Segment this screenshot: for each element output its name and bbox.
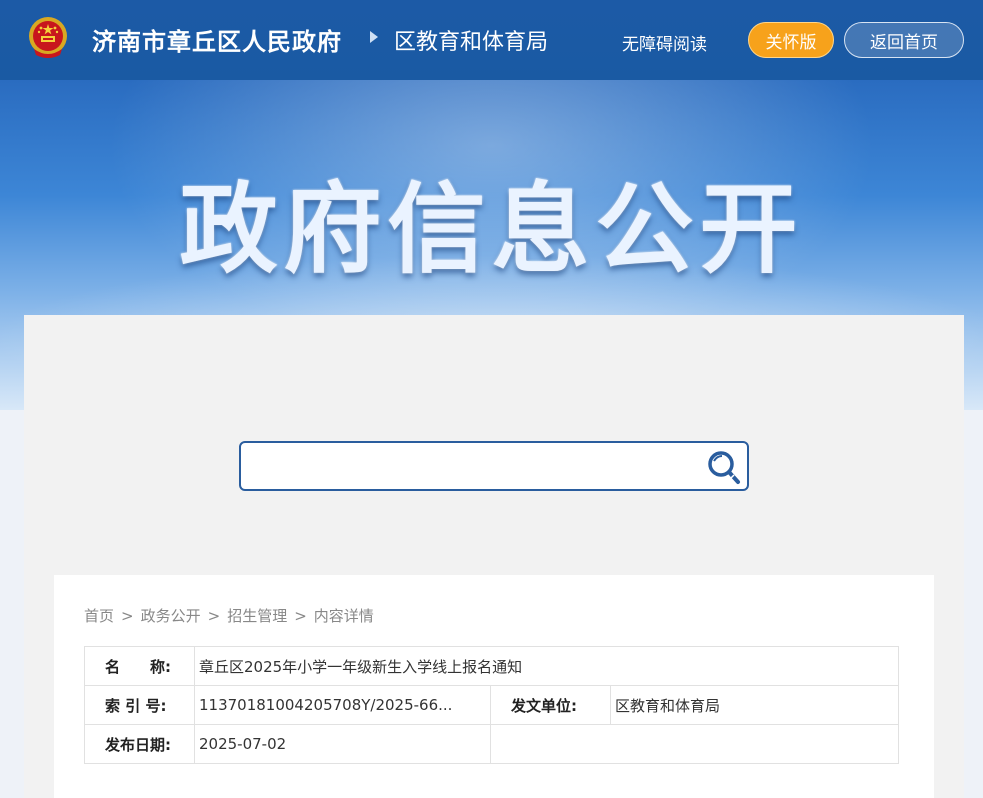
date-label: 发布日期:	[84, 724, 195, 764]
table-row: 发布日期: 2025-07-02	[84, 724, 899, 764]
breadcrumb-public-affairs[interactable]: 政务公开	[141, 607, 201, 625]
empty-cell	[490, 724, 899, 764]
care-version-button[interactable]: 关怀版	[748, 22, 834, 58]
breadcrumb: 首页 > 政务公开 > 招生管理 > 内容详情	[84, 605, 374, 626]
table-row: 索 引 号: 11370181004205708Y/2025-66... 发文单…	[84, 685, 899, 725]
triangle-separator-icon	[370, 31, 378, 43]
table-row: 名 称: 章丘区2025年小学一年级新生入学线上报名通知	[84, 646, 899, 686]
search-box	[239, 441, 749, 491]
search-input[interactable]	[251, 451, 695, 483]
breadcrumb-enrollment[interactable]: 招生管理	[227, 607, 287, 625]
breadcrumb-separator: >	[294, 607, 307, 625]
issuer-label: 发文单位:	[490, 685, 611, 725]
breadcrumb-home[interactable]: 首页	[84, 607, 114, 625]
document-info-table: 名 称: 章丘区2025年小学一年级新生入学线上报名通知 索 引 号: 1137…	[84, 646, 899, 764]
national-emblem-icon	[29, 17, 67, 58]
index-value: 11370181004205708Y/2025-66...	[194, 685, 491, 725]
breadcrumb-current: 内容详情	[313, 607, 374, 625]
top-bar: 济南市章丘区人民政府 区教育和体育局 无障碍阅读 关怀版 返回首页	[0, 0, 983, 80]
accessible-reading-link[interactable]: 无障碍阅读	[622, 30, 707, 55]
breadcrumb-separator: >	[121, 607, 134, 625]
issuer-value: 区教育和体育局	[610, 685, 899, 725]
name-label: 名 称:	[84, 646, 195, 686]
date-value: 2025-07-02	[194, 724, 491, 764]
index-label: 索 引 号:	[84, 685, 195, 725]
site-name[interactable]: 济南市章丘区人民政府	[92, 22, 342, 57]
name-value: 章丘区2025年小学一年级新生入学线上报名通知	[194, 646, 899, 686]
breadcrumb-separator: >	[207, 607, 221, 625]
banner-title: 政府信息公开	[179, 173, 804, 287]
return-home-button[interactable]: 返回首页	[844, 22, 964, 58]
department-name[interactable]: 区教育和体育局	[394, 24, 548, 56]
search-icon[interactable]	[705, 447, 743, 487]
